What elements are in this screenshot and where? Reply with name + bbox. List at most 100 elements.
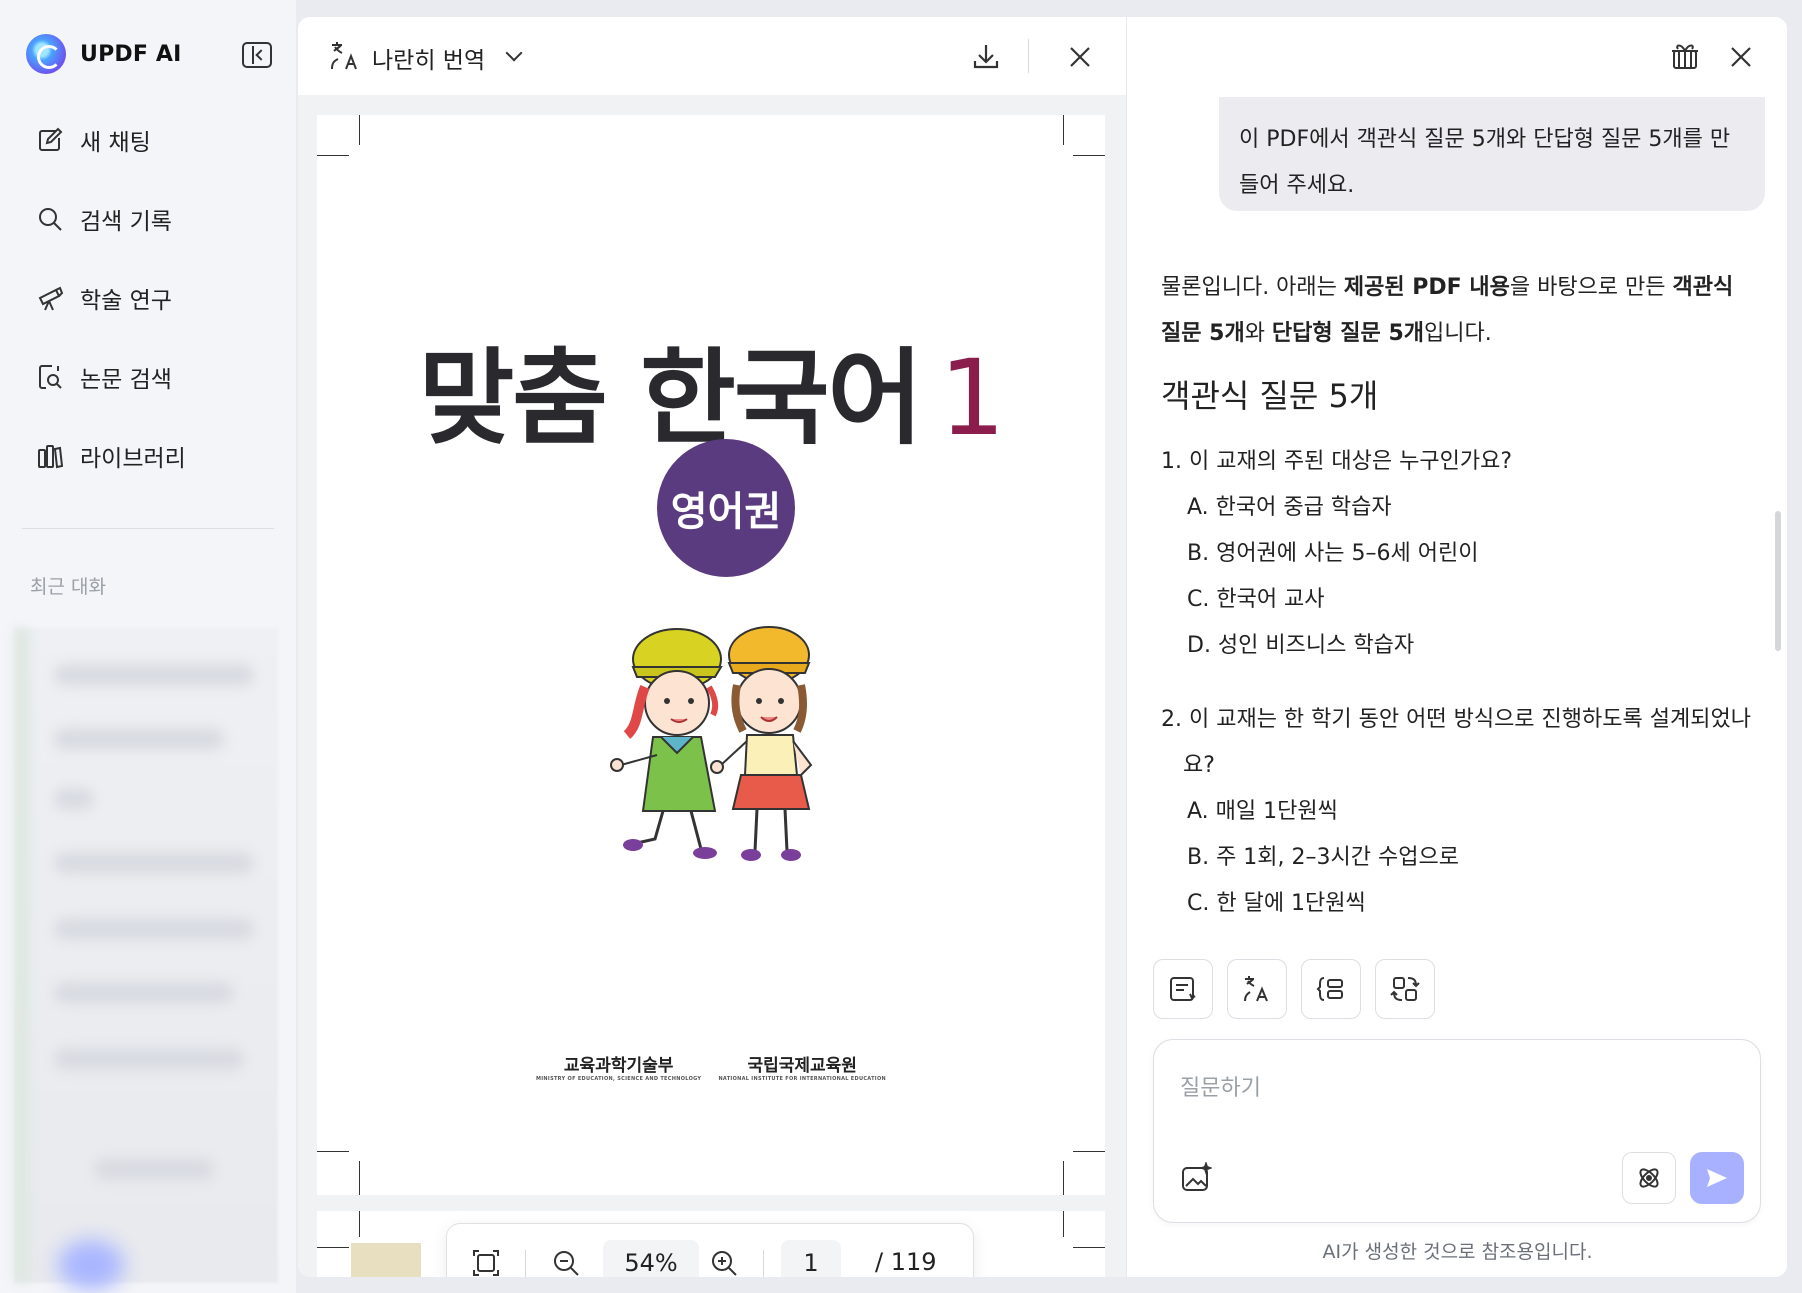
ai-disclaimer: AI가 생성한 것으로 참조용입니다. [1322, 1241, 1593, 1263]
pdf-viewport[interactable]: 맞춤 한국어 1 영어권 교육과학기술부 MINISTRY OF EDUCATI… [298, 95, 1126, 1277]
send-icon [1707, 1169, 1727, 1187]
publisher-ministry: 교육과학기술부 MINISTRY OF EDUCATION, SCIENCE A… [536, 1051, 701, 1082]
answer-text: 물론입니다. 아래는 [1161, 275, 1344, 300]
question-option: A. 한국어 중급 학습자 [1187, 495, 1392, 520]
translate-mode-selector[interactable]: 나란히 번역 [372, 41, 485, 75]
sidebar-item-academic-research[interactable]: 학술 연구 [22, 276, 278, 320]
crop-mark [1063, 115, 1064, 145]
sidebar-item-paper-search[interactable]: 논문 검색 [22, 355, 278, 399]
summarize-button[interactable] [1153, 959, 1213, 1019]
list-item[interactable] [94, 1158, 214, 1180]
sidebar-item-label: 검색 기록 [80, 209, 172, 235]
chat-scrollbar[interactable] [1775, 511, 1781, 651]
brand-name: UPDF AI [80, 41, 182, 67]
question-option: A. 매일 1단원씩 [1187, 799, 1338, 824]
children-illustration [610, 626, 813, 861]
list-item[interactable] [54, 982, 234, 1004]
chevron-down-icon[interactable] [505, 44, 523, 62]
answer-intro: 물론입니다. 아래는 제공된 PDF 내용을 바탕으로 만든 객관식 질문 5개… [1161, 265, 1761, 357]
convert-icon [1390, 977, 1420, 1001]
blur-edge [14, 628, 30, 1283]
summarize-icon [1170, 977, 1196, 1001]
model-selector-button[interactable] [1622, 1152, 1676, 1204]
translate-icon [1244, 976, 1268, 1002]
zoom-toolbar: 54% 1 / 119 [446, 1223, 974, 1277]
crop-mark [1073, 1151, 1105, 1152]
list-item[interactable] [54, 728, 224, 750]
answer-bold: 단답형 질문 5개 [1271, 321, 1424, 346]
collapse-sidebar-icon[interactable] [242, 42, 272, 68]
scroll-fade [1127, 917, 1787, 957]
zoom-level-field[interactable]: 54% [603, 1240, 699, 1277]
sidebar-item-search-history[interactable]: 검색 기록 [22, 197, 278, 241]
pdf-page: 맞춤 한국어 1 영어권 교육과학기술부 MINISTRY OF EDUCATI… [317, 115, 1105, 1195]
language-badge: 영어권 [657, 439, 795, 577]
sidebar-item-label: 새 채팅 [80, 130, 151, 156]
recent-conversations-list[interactable] [14, 628, 278, 1290]
publisher-institute-name: 국립국제교육원 [747, 1056, 857, 1076]
crop-mark [1073, 1247, 1105, 1248]
crop-mark [359, 115, 360, 145]
list-item[interactable] [54, 1048, 244, 1070]
atom-icon [1639, 1168, 1659, 1188]
publisher-institute-sub: NATIONAL INSTITUTE FOR INTERNATIONAL EDU… [718, 1076, 886, 1082]
sidebar-item-new-chat[interactable]: 새 채팅 [22, 118, 278, 162]
list-item[interactable] [54, 664, 254, 686]
sidebar: UPDF AI 새 채팅 검색 기록 학술 연구 논문 검색 라이브러리 최근 … [0, 0, 296, 1293]
sidebar-item-library[interactable]: 라이브러리 [22, 434, 278, 478]
answer-text: 와 [1244, 321, 1272, 346]
gift-icon[interactable] [1669, 39, 1701, 71]
publisher-logos: 교육과학기술부 MINISTRY OF EDUCATION, SCIENCE A… [317, 1051, 1105, 1084]
send-button[interactable] [1690, 1152, 1744, 1204]
page-title-text: 맞춤 한국어 [418, 337, 924, 459]
crop-mark [1063, 1211, 1064, 1237]
explain-icon [1316, 977, 1343, 1001]
answer-text: 을 바탕으로 만든 [1509, 275, 1673, 300]
explain-button[interactable] [1301, 959, 1361, 1019]
question-1: 1. 이 교재의 주된 대상은 누구인가요? [1161, 449, 1512, 474]
sidebar-nav: 새 채팅 검색 기록 학술 연구 논문 검색 라이브러리 [22, 118, 278, 513]
page-title-number: 1 [939, 337, 1005, 459]
question-gap [1161, 669, 1761, 697]
sidebar-divider [22, 528, 274, 529]
convert-button[interactable] [1375, 959, 1435, 1019]
edit-icon [39, 127, 63, 151]
fit-page-icon[interactable] [471, 1248, 501, 1277]
page-number-input[interactable]: 1 [781, 1240, 841, 1277]
question-option: D. 성인 비즈니스 학습자 [1187, 633, 1415, 658]
close-icon[interactable] [1729, 45, 1753, 69]
zoom-out-icon[interactable] [551, 1248, 581, 1277]
updf-logo-icon [26, 34, 66, 74]
user-message: 이 PDF에서 객관식 질문 5개와 단답형 질문 5개를 만들어 주세요. [1219, 97, 1765, 211]
zoom-in-icon[interactable] [709, 1248, 739, 1277]
question-option: B. 영어권에 사는 5–6세 어린이 [1187, 541, 1479, 566]
zoom-separator [525, 1250, 526, 1277]
recent-conversations-label: 최근 대화 [30, 576, 106, 598]
zoom-separator [763, 1250, 764, 1277]
chat-input-box[interactable]: 질문하기 [1153, 1039, 1761, 1223]
download-icon[interactable] [970, 41, 1002, 73]
crop-mark [317, 155, 349, 156]
list-item[interactable] [54, 918, 254, 940]
crop-mark [359, 1161, 360, 1195]
chat-input[interactable]: 질문하기 [1180, 1070, 1261, 1102]
answer-text: 입니다. [1424, 321, 1492, 346]
answer-section-title: 객관식 질문 5개 [1161, 377, 1379, 415]
question-option: B. 주 1회, 2–3시간 수업으로 [1187, 845, 1459, 870]
translate-button[interactable] [1227, 959, 1287, 1019]
prompt-tools [1153, 959, 1435, 1019]
document-search-icon [39, 365, 62, 389]
publisher-institute: 국립국제교육원 NATIONAL INSTITUTE FOR INTERNATI… [718, 1051, 886, 1082]
page-total: / 119 [875, 1248, 937, 1276]
pdf-toolbar: 나란히 번역 [298, 17, 1126, 95]
image-upload-icon[interactable] [1180, 1162, 1212, 1194]
page-color-block [351, 1243, 421, 1277]
list-item[interactable] [54, 852, 254, 874]
crop-mark [1063, 1161, 1064, 1195]
avatar[interactable] [58, 1240, 124, 1290]
list-item[interactable] [54, 788, 94, 810]
toolbar-separator [1028, 39, 1029, 73]
brand[interactable]: UPDF AI [26, 34, 182, 74]
close-icon[interactable] [1068, 45, 1092, 69]
translate-icon[interactable] [328, 39, 362, 73]
